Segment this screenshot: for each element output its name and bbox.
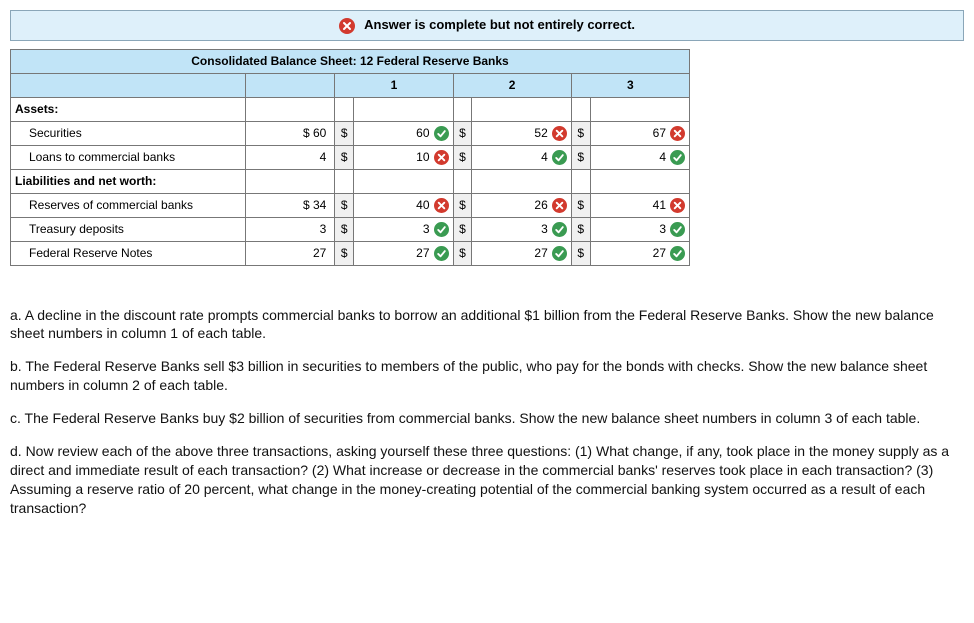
answer-value: 4 (636, 150, 666, 164)
check-circle-icon (552, 246, 567, 261)
answer-value: 67 (636, 126, 666, 140)
col-head-blank1 (11, 73, 246, 97)
check-circle-icon (552, 150, 567, 165)
question-paragraph: d. Now review each of the above three tr… (10, 442, 964, 518)
answer-value: 3 (518, 222, 548, 236)
answer-cell[interactable]: 4 (590, 145, 689, 169)
dollar-sign: $ (453, 241, 472, 265)
col-head-2: 2 (453, 73, 571, 97)
question-paragraph: c. The Federal Reserve Banks buy $2 bill… (10, 409, 964, 428)
col-head-blank2 (246, 73, 335, 97)
check-circle-icon (434, 246, 449, 261)
row-label: Securities (11, 121, 246, 145)
section-header: Liabilities and net worth: (11, 169, 690, 193)
row-label: Loans to commercial banks (11, 145, 246, 169)
row-label: Federal Reserve Notes (11, 241, 246, 265)
table-row: Treasury deposits3$3$3$3 (11, 217, 690, 241)
answer-value: 60 (400, 126, 430, 140)
dollar-sign: $ (571, 241, 590, 265)
answer-value: 27 (400, 246, 430, 260)
check-circle-icon (552, 222, 567, 237)
answer-value: 4 (518, 150, 548, 164)
row-label: Reserves of commercial banks (11, 193, 246, 217)
answer-value: 3 (636, 222, 666, 236)
table-row: Loans to commercial banks4$10$4$4 (11, 145, 690, 169)
answer-value: 52 (518, 126, 548, 140)
answer-value: 10 (400, 150, 430, 164)
answer-value: 41 (636, 198, 666, 212)
answer-cell[interactable]: 52 (472, 121, 571, 145)
table-title: Consolidated Balance Sheet: 12 Federal R… (11, 49, 690, 73)
cross-circle-icon (552, 126, 567, 141)
cross-circle-icon (670, 198, 685, 213)
answer-value: 27 (636, 246, 666, 260)
answer-value: 26 (518, 198, 548, 212)
answer-cell[interactable]: 27 (590, 241, 689, 265)
answer-cell[interactable]: 67 (590, 121, 689, 145)
col-head-1: 1 (335, 73, 453, 97)
dollar-sign: $ (335, 145, 354, 169)
answer-cell[interactable]: 27 (354, 241, 453, 265)
cross-circle-icon (670, 126, 685, 141)
check-circle-icon (434, 126, 449, 141)
table-row: Federal Reserve Notes27$27$27$27 (11, 241, 690, 265)
base-value: $ 60 (246, 121, 335, 145)
base-value: 3 (246, 217, 335, 241)
answer-cell[interactable]: 41 (590, 193, 689, 217)
col-head-3: 3 (571, 73, 689, 97)
dollar-sign: $ (571, 193, 590, 217)
balance-sheet-table: Consolidated Balance Sheet: 12 Federal R… (10, 49, 690, 266)
answer-value: 3 (400, 222, 430, 236)
answer-cell[interactable]: 10 (354, 145, 453, 169)
feedback-banner: Answer is complete but not entirely corr… (10, 10, 964, 41)
answer-cell[interactable]: 26 (472, 193, 571, 217)
check-circle-icon (670, 222, 685, 237)
section-label: Assets: (11, 97, 246, 121)
cross-circle-icon (434, 198, 449, 213)
check-circle-icon (670, 150, 685, 165)
table-row: Reserves of commercial banks$ 34$40$26$4… (11, 193, 690, 217)
check-circle-icon (670, 246, 685, 261)
base-value: 4 (246, 145, 335, 169)
answer-cell[interactable]: 27 (472, 241, 571, 265)
feedback-text: Answer is complete but not entirely corr… (364, 17, 635, 32)
answer-cell[interactable]: 60 (354, 121, 453, 145)
check-circle-icon (434, 222, 449, 237)
cross-circle-icon (339, 18, 355, 34)
cross-circle-icon (552, 198, 567, 213)
answer-value: 27 (518, 246, 548, 260)
answer-cell[interactable]: 3 (472, 217, 571, 241)
section-header: Assets: (11, 97, 690, 121)
answer-cell[interactable]: 40 (354, 193, 453, 217)
row-label: Treasury deposits (11, 217, 246, 241)
base-value: 27 (246, 241, 335, 265)
answer-cell[interactable]: 3 (354, 217, 453, 241)
answer-cell[interactable]: 4 (472, 145, 571, 169)
dollar-sign: $ (335, 217, 354, 241)
question-paragraph: a. A decline in the discount rate prompt… (10, 306, 964, 344)
answer-cell[interactable]: 3 (590, 217, 689, 241)
dollar-sign: $ (453, 121, 472, 145)
table-row: Securities$ 60$60$52$67 (11, 121, 690, 145)
dollar-sign: $ (453, 145, 472, 169)
dollar-sign: $ (571, 217, 590, 241)
base-value: $ 34 (246, 193, 335, 217)
section-label: Liabilities and net worth: (11, 169, 246, 193)
dollar-sign: $ (335, 193, 354, 217)
cross-circle-icon (434, 150, 449, 165)
dollar-sign: $ (453, 217, 472, 241)
dollar-sign: $ (335, 241, 354, 265)
dollar-sign: $ (571, 145, 590, 169)
dollar-sign: $ (453, 193, 472, 217)
answer-value: 40 (400, 198, 430, 212)
dollar-sign: $ (571, 121, 590, 145)
question-paragraph: b. The Federal Reserve Banks sell $3 bil… (10, 357, 964, 395)
dollar-sign: $ (335, 121, 354, 145)
